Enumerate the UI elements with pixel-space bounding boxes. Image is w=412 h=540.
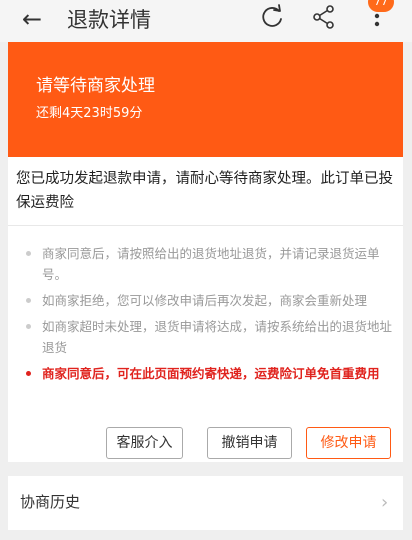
notification-badge: 77 bbox=[368, 0, 394, 12]
share-icon[interactable] bbox=[310, 2, 338, 32]
list-item: 如商家拒绝，您可以修改申请后再次发起，商家会重新处理 bbox=[21, 290, 393, 311]
top-bar: ← 退款详情 77 bbox=[0, 0, 412, 42]
list-item: 商家同意后，请按照给出的退货地址退货，并请记录退货运单号。 bbox=[21, 243, 393, 285]
modify-request-button[interactable]: 修改申请 bbox=[306, 427, 391, 459]
status-title: 请等待商家处理 bbox=[36, 76, 155, 96]
note-text: 商家同意后，请按照给出的退货地址退货，并请记录退货运单号。 bbox=[42, 246, 380, 282]
page-title: 退款详情 bbox=[67, 8, 151, 32]
status-message: 您已成功发起退款申请，请耐心等待商家处理。此订单已投保运费险 bbox=[16, 171, 393, 211]
refresh-icon[interactable] bbox=[258, 2, 286, 32]
bullet-icon bbox=[26, 371, 31, 376]
bullet-icon bbox=[26, 251, 31, 256]
cancel-request-button[interactable]: 撤销申请 bbox=[207, 427, 292, 459]
notes-list: 商家同意后，请按照给出的退货地址退货，并请记录退货运单号。 如商家拒绝，您可以修… bbox=[21, 243, 393, 389]
chevron-right-icon: › bbox=[381, 492, 389, 513]
note-text: 如商家拒绝，您可以修改申请后再次发起，商家会重新处理 bbox=[42, 293, 368, 308]
back-arrow-icon[interactable]: ← bbox=[22, 2, 42, 36]
countdown-text: 还剩4天23时59分 bbox=[36, 106, 143, 121]
negotiation-history-row[interactable]: 协商历史 › bbox=[8, 476, 403, 530]
bullet-icon bbox=[26, 324, 31, 329]
note-text: 如商家超时未处理，退货申请将达成，请按系统给出的退货地址退货 bbox=[42, 319, 393, 355]
note-text: 商家同意后，可在此页面预约寄快递，运费险订单免首重费用 bbox=[42, 366, 380, 381]
refund-detail-card: 您已成功发起退款申请，请耐心等待商家处理。此订单已投保运费险 商家同意后，请按照… bbox=[8, 157, 403, 462]
list-item: 如商家超时未处理，退货申请将达成，请按系统给出的退货地址退货 bbox=[21, 316, 393, 358]
history-label: 协商历史 bbox=[20, 493, 81, 511]
bullet-icon bbox=[26, 298, 31, 303]
list-item: 商家同意后，可在此页面预约寄快递，运费险订单免首重费用 bbox=[21, 363, 393, 384]
divider bbox=[8, 225, 403, 226]
customer-service-button[interactable]: 客服介入 bbox=[106, 427, 183, 459]
status-banner: 请等待商家处理 还剩4天23时59分 bbox=[8, 42, 403, 157]
